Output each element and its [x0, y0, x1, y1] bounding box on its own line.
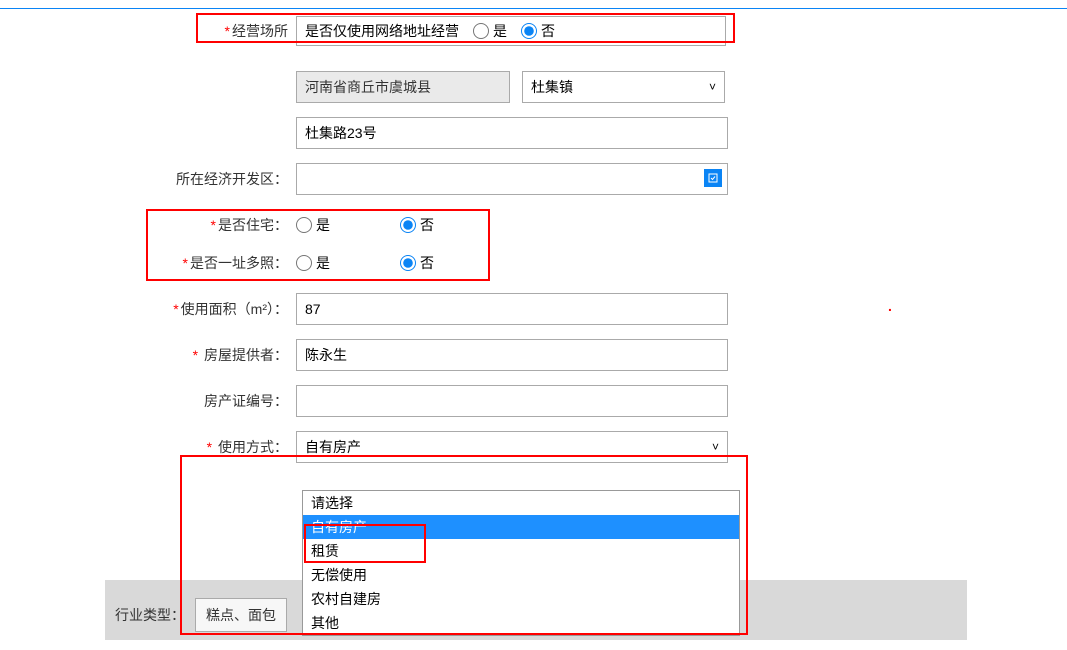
address-input[interactable]: [296, 117, 728, 149]
radio-multi-no-item: 否: [400, 253, 434, 273]
radio-label: 是: [316, 215, 330, 235]
row-region: 杜集镇 ˅: [0, 70, 1067, 104]
area-input[interactable]: [296, 293, 728, 325]
row-provider: * 房屋提供者：: [0, 338, 1067, 372]
label-use-mode: * 使用方式：: [0, 437, 296, 457]
radio-label: 是: [316, 253, 330, 273]
town-select[interactable]: 杜集镇 ˅: [522, 71, 725, 103]
use-mode-value: 自有房产: [305, 437, 361, 457]
row-area: *使用面积（m²）：: [0, 292, 1067, 326]
label-cert: 房产证编号：: [0, 391, 296, 411]
asterisk: *: [211, 217, 216, 233]
top-blue-border: [0, 8, 1067, 10]
asterisk: *: [183, 255, 188, 271]
dev-zone-input[interactable]: [296, 163, 728, 195]
industry-label: 行业类型：: [115, 605, 185, 625]
row-business-place: *经营场所 是否仅使用网络地址经营 是 否: [0, 14, 1067, 48]
form-container: *经营场所 是否仅使用网络地址经营 是 否 杜集镇 ˅: [0, 14, 1067, 476]
dropdown-option[interactable]: 租赁: [303, 539, 739, 563]
residence-radio-group: 是 否: [296, 215, 434, 235]
label-dev-zone: 所在经济开发区：: [0, 169, 296, 189]
label-text: 是否住宅：: [218, 217, 288, 233]
region-group: 杜集镇 ˅: [296, 71, 725, 103]
radio-net-yes-item: 是: [473, 21, 507, 41]
radio-net-no-item: 否: [521, 21, 555, 41]
row-residence: *是否住宅： 是 否: [0, 208, 1067, 242]
row-cert: 房产证编号：: [0, 384, 1067, 418]
asterisk: *: [173, 301, 178, 317]
radio-multi-no[interactable]: [400, 255, 416, 271]
use-mode-select[interactable]: 自有房产 ˅: [296, 431, 728, 463]
dropdown-option[interactable]: 其他: [303, 611, 739, 635]
net-question-text: 是否仅使用网络地址经营: [305, 21, 459, 41]
label-business-place: *经营场所: [0, 21, 296, 41]
industry-button[interactable]: 糕点、面包: [195, 598, 287, 632]
label-text: 使用方式：: [218, 439, 288, 455]
cert-input[interactable]: [296, 385, 728, 417]
provider-input[interactable]: [296, 339, 728, 371]
chevron-down-icon: ˅: [709, 80, 716, 94]
chevron-down-icon: ˅: [712, 440, 719, 454]
radio-residence-yes-item: 是: [296, 215, 330, 235]
label-text: 房屋提供者：: [204, 347, 288, 363]
label-multi-license: *是否一址多照：: [0, 253, 296, 273]
label-text: 经营场所: [232, 23, 288, 39]
radio-residence-yes[interactable]: [296, 217, 312, 233]
label-text: 使用面积（m²）：: [181, 301, 288, 317]
radio-multi-yes-item: 是: [296, 253, 330, 273]
label-residence: *是否住宅：: [0, 215, 296, 235]
radio-multi-yes[interactable]: [296, 255, 312, 271]
row-use-mode: * 使用方式： 自有房产 ˅: [0, 430, 1067, 464]
dev-zone-wrapper: [296, 163, 728, 195]
multi-radio-group: 是 否: [296, 253, 434, 273]
radio-label: 否: [420, 253, 434, 273]
radio-net-yes[interactable]: [473, 23, 489, 39]
radio-net-no[interactable]: [521, 23, 537, 39]
radio-residence-no-item: 否: [400, 215, 434, 235]
use-mode-dropdown-list: 请选择 自有房产 租赁 无偿使用 农村自建房 其他: [302, 490, 740, 636]
radio-residence-no[interactable]: [400, 217, 416, 233]
row-dev-zone: 所在经济开发区：: [0, 162, 1067, 196]
net-question-group: 是否仅使用网络地址经营 是 否: [296, 16, 726, 46]
label-text: 是否一址多照：: [190, 255, 288, 271]
radio-label-yes: 是: [493, 21, 507, 41]
asterisk: *: [193, 347, 198, 363]
label-area: *使用面积（m²）：: [0, 299, 296, 319]
dropdown-option-selected[interactable]: 自有房产: [303, 515, 739, 539]
row-multi-license: *是否一址多照： 是 否: [0, 246, 1067, 280]
dropdown-option[interactable]: 农村自建房: [303, 587, 739, 611]
asterisk: *: [207, 439, 212, 455]
region-readonly: [296, 71, 510, 103]
town-select-value: 杜集镇: [531, 77, 573, 97]
asterisk: *: [225, 23, 230, 39]
radio-label-no: 否: [541, 21, 555, 41]
radio-label: 否: [420, 215, 434, 235]
dropdown-option[interactable]: 无偿使用: [303, 563, 739, 587]
picker-icon[interactable]: [704, 169, 722, 187]
dropdown-option[interactable]: 请选择: [303, 491, 739, 515]
row-address: [0, 116, 1067, 150]
label-provider: * 房屋提供者：: [0, 345, 296, 365]
